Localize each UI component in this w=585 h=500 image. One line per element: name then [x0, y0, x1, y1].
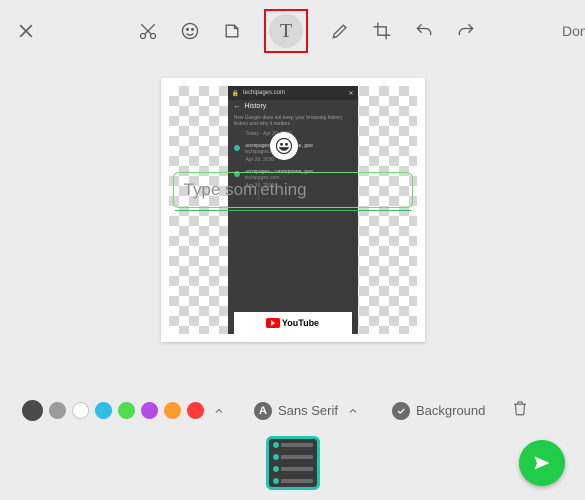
font-selector[interactable]: A Sans Serif: [254, 402, 362, 420]
check-icon: [392, 402, 410, 420]
image-canvas[interactable]: 🔒 techipages.com ✕ ← History How Google d…: [161, 78, 425, 342]
background-label: Background: [416, 403, 485, 418]
thumbnail[interactable]: [266, 436, 320, 490]
annotation-highlight: T: [264, 9, 308, 53]
color-swatch[interactable]: [49, 402, 66, 419]
transparency-background: 🔒 techipages.com ✕ ← History How Google d…: [169, 86, 417, 334]
close-button[interactable]: [16, 14, 36, 48]
crop-icon[interactable]: [372, 14, 392, 48]
font-icon: A: [254, 402, 272, 420]
color-palette: [22, 400, 204, 421]
color-swatch[interactable]: [187, 402, 204, 419]
preview-url: techipages.com: [243, 90, 285, 96]
text-tool-button[interactable]: T: [269, 14, 303, 48]
youtube-card: YouTube: [234, 312, 352, 334]
color-swatch[interactable]: [22, 400, 43, 421]
preview-date: Apr 20, 2020: [228, 181, 358, 189]
canvas-area: 🔒 techipages.com ✕ ← History How Google d…: [0, 54, 585, 342]
send-button[interactable]: [519, 440, 565, 486]
emoji-icon[interactable]: [180, 14, 200, 48]
font-name: Sans Serif: [278, 403, 338, 418]
color-swatch[interactable]: [72, 402, 89, 419]
draw-icon[interactable]: [330, 14, 350, 48]
sticker-icon[interactable]: [222, 14, 242, 48]
color-swatch[interactable]: [164, 402, 181, 419]
youtube-label: YouTube: [282, 318, 319, 328]
undo-icon[interactable]: [414, 14, 434, 48]
editor-toolbar: T Done: [0, 0, 585, 54]
back-arrow-icon: ←: [234, 103, 241, 110]
media-thumbnails: [0, 436, 585, 490]
chevron-up-icon: [344, 402, 362, 420]
color-swatch[interactable]: [95, 402, 112, 419]
cut-icon[interactable]: [138, 14, 158, 48]
emoji-sticker: [270, 132, 298, 160]
redo-icon[interactable]: [456, 14, 476, 48]
preview-close-icon: ✕: [348, 90, 353, 97]
preview-description: How Google does not keep your browsing h…: [228, 113, 358, 129]
youtube-icon: [266, 318, 280, 328]
done-button[interactable]: Done: [558, 23, 585, 39]
text-options-bar: A Sans Serif Background: [0, 399, 585, 422]
color-swatch[interactable]: [118, 402, 135, 419]
preview-section-title: History: [245, 103, 267, 110]
delete-button[interactable]: [511, 399, 529, 422]
more-colors-button[interactable]: [210, 402, 228, 420]
background-toggle[interactable]: Background: [392, 402, 485, 420]
lock-icon: 🔒: [232, 90, 239, 97]
guide-line: [175, 210, 411, 211]
color-swatch[interactable]: [141, 402, 158, 419]
history-item: Techipages - Smartphone, gadtechipages.c…: [228, 167, 358, 181]
